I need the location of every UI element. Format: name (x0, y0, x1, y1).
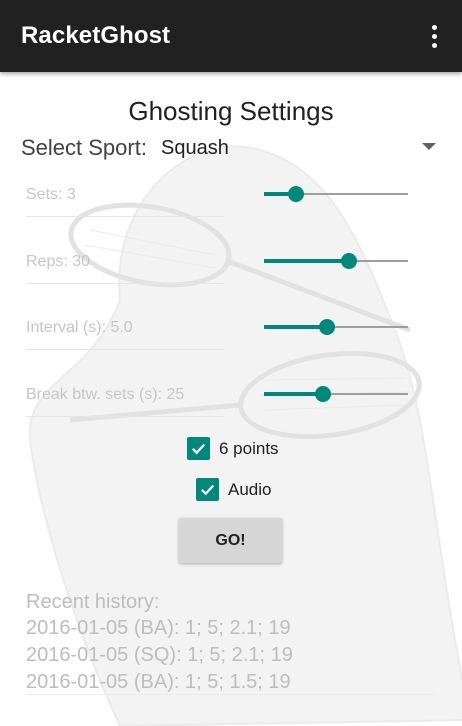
history-entry: 2016-01-05 (BA): 1; 5; 2.1; 19 (26, 617, 291, 639)
divider (26, 216, 224, 217)
checkbox-checked-icon[interactable] (196, 478, 219, 501)
history-entry: 2016-01-05 (BA): 1; 5; 1.5; 19 (26, 671, 291, 693)
sport-select-value: Squash (161, 137, 229, 159)
reps-label: Reps: 30 (26, 253, 91, 270)
checkbox-checked-icon[interactable] (187, 437, 210, 460)
slider-thumb[interactable] (319, 319, 336, 335)
interval-label: Interval (s): 5.0 (26, 319, 133, 336)
divider (26, 694, 436, 695)
slider-thumb[interactable] (287, 186, 304, 202)
divider (26, 416, 224, 417)
history-title: Recent history: (26, 591, 160, 613)
audio-label: Audio (228, 479, 272, 499)
six-points-label: 6 points (219, 438, 279, 458)
sets-label: Sets: 3 (26, 186, 76, 203)
app-title: RacketGhost (21, 22, 171, 49)
six-points-checkbox[interactable]: 6 points (187, 437, 279, 460)
interval-slider[interactable] (264, 317, 408, 337)
history-entry: 2016-01-05 (SQ): 1; 5; 2.1; 19 (26, 644, 293, 666)
reps-slider[interactable] (264, 251, 408, 271)
sport-label: Select Sport: (21, 135, 147, 160)
recent-history: Recent history: 2016-01-05 (BA): 1; 5; 2… (26, 589, 293, 696)
slider-thumb[interactable] (340, 253, 357, 269)
divider (26, 283, 224, 284)
break-slider[interactable] (264, 384, 408, 404)
app-bar: RacketGhost (0, 0, 462, 72)
sport-select[interactable]: Squash (160, 133, 445, 163)
go-button[interactable]: GO! (179, 518, 282, 563)
slider-thumb[interactable] (315, 386, 332, 402)
divider (26, 349, 224, 350)
more-vert-icon[interactable] (420, 22, 448, 50)
dropdown-arrow-icon (422, 143, 436, 150)
sets-slider[interactable] (264, 184, 408, 204)
break-label: Break btw. sets (s): 25 (26, 386, 185, 403)
audio-checkbox[interactable]: Audio (196, 478, 271, 501)
page-title: Ghosting Settings (128, 96, 334, 126)
